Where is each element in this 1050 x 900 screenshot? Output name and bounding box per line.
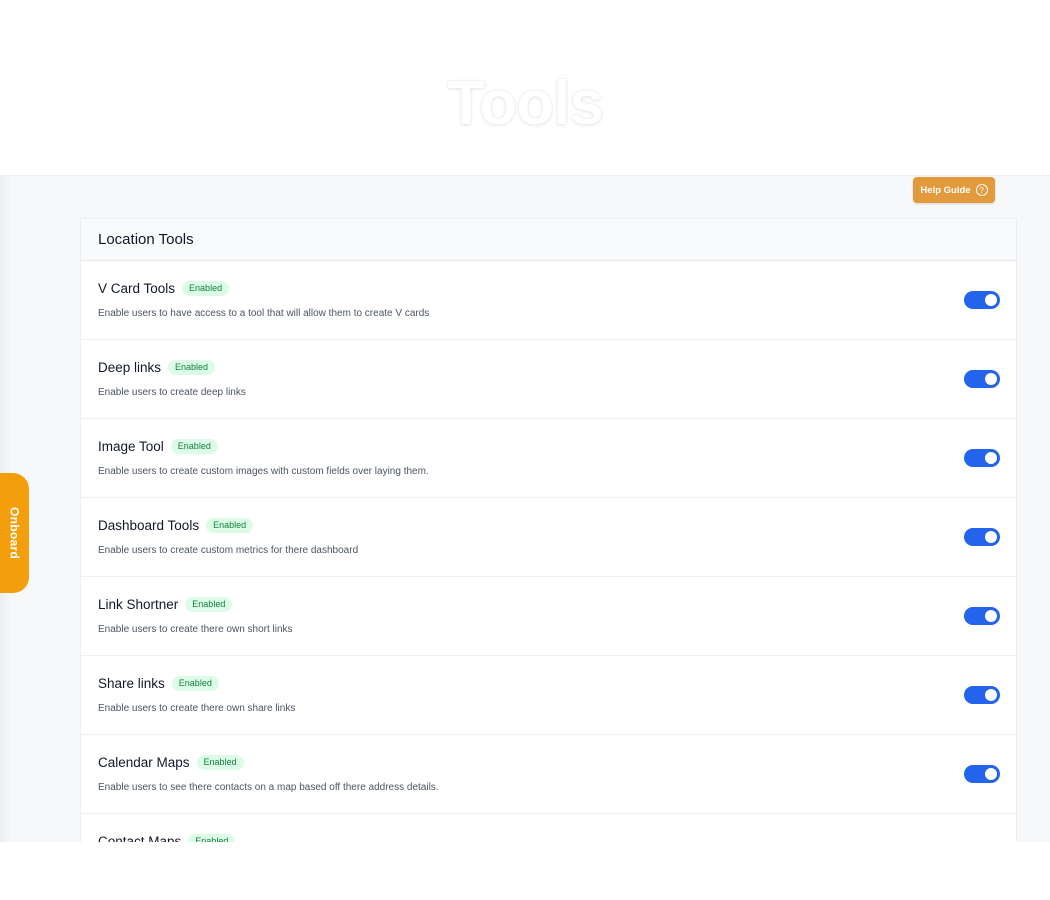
toggle-knob bbox=[985, 689, 997, 701]
tool-toggle[interactable] bbox=[964, 528, 1000, 546]
tool-title-line: Deep links Enabled bbox=[98, 360, 216, 375]
tool-title: Share links bbox=[98, 676, 165, 691]
bottom-blank-area bbox=[0, 842, 1050, 900]
onboard-label: Onboard bbox=[7, 506, 22, 560]
tool-toggle[interactable] bbox=[964, 607, 1000, 625]
tool-title: Contact Maps bbox=[98, 834, 182, 842]
tool-row: Calendar Maps Enabled Enable users to see … bbox=[81, 735, 1016, 814]
toggle-knob bbox=[985, 452, 997, 464]
tool-row: Image Tool Enabled Enable users to create … bbox=[81, 419, 1016, 498]
status-badge: Enabled bbox=[170, 439, 218, 454]
status-badge: Enabled bbox=[206, 518, 254, 533]
tool-title-line: Calendar Maps Enabled bbox=[98, 755, 244, 770]
tool-description: Enable users to create there own share l… bbox=[98, 703, 296, 714]
page-header: Tools bbox=[0, 0, 1050, 175]
card-title: Location Tools bbox=[98, 231, 194, 248]
tool-description: Enable users to create custom images wit… bbox=[98, 466, 429, 477]
tool-toggle[interactable] bbox=[964, 449, 1000, 467]
tool-toggle[interactable] bbox=[964, 686, 1000, 704]
tool-toggle[interactable] bbox=[964, 291, 1000, 309]
tool-title-line: Dashboard Tools Enabled bbox=[98, 518, 254, 533]
tool-title-line: Link Shortner Enabled bbox=[98, 597, 233, 612]
toggle-knob bbox=[985, 373, 997, 385]
toggle-knob bbox=[985, 294, 997, 306]
help-guide-button[interactable]: Help Guide ? bbox=[913, 177, 995, 203]
status-badge: Enabled bbox=[171, 676, 219, 691]
content-area: Help Guide ? Location Tools V Card Tools… bbox=[0, 175, 1050, 842]
tool-row: Link Shortner Enabled Enable users to crea… bbox=[81, 577, 1016, 656]
tool-title: V Card Tools bbox=[98, 281, 176, 296]
tool-description: Enable users to see there contacts on a … bbox=[98, 782, 439, 793]
tool-description: Enable users to have access to a tool th… bbox=[98, 308, 430, 319]
tool-title-line: Share links Enabled bbox=[98, 676, 219, 691]
tool-row: V Card Tools Enabled Enable users to have … bbox=[81, 261, 1016, 340]
tool-description: Enable users to create deep links bbox=[98, 387, 246, 398]
tool-title-line: Image Tool Enabled bbox=[98, 439, 218, 454]
tool-row: Dashboard Tools Enabled Enable users to cr… bbox=[81, 498, 1016, 577]
status-badge: Enabled bbox=[168, 360, 216, 375]
tool-description: Enable users to create there own short l… bbox=[98, 624, 293, 635]
tool-title: Link Shortner bbox=[98, 597, 179, 612]
tool-title: Calendar Maps bbox=[98, 755, 190, 770]
tool-title: Image Tool bbox=[98, 439, 164, 454]
tool-row: Share links Enabled Enable users to create… bbox=[81, 656, 1016, 735]
help-guide-label: Help Guide bbox=[920, 184, 971, 196]
location-tools-card: Location Tools V Card Tools Enabled Enable… bbox=[80, 218, 1017, 842]
status-badge: Enabled bbox=[188, 834, 236, 842]
page-title: Tools bbox=[447, 69, 604, 138]
status-badge: Enabled bbox=[185, 597, 233, 612]
tool-title: Deep links bbox=[98, 360, 162, 375]
status-badge: Enabled bbox=[196, 755, 244, 770]
toggle-knob bbox=[985, 768, 997, 780]
toggle-knob bbox=[985, 610, 997, 622]
status-badge: Enabled bbox=[182, 281, 230, 296]
tool-row: Contact Maps Enabled bbox=[81, 814, 1016, 842]
tool-row: Deep links Enabled Enable users to create … bbox=[81, 340, 1016, 419]
toggle-knob bbox=[985, 531, 997, 543]
tool-toggle[interactable] bbox=[964, 765, 1000, 783]
tool-title: Dashboard Tools bbox=[98, 518, 200, 533]
tool-description: Enable users to create custom metrics fo… bbox=[98, 545, 359, 556]
tool-list: V Card Tools Enabled Enable users to have … bbox=[81, 261, 1016, 842]
tool-title-line: V Card Tools Enabled bbox=[98, 281, 230, 296]
onboard-tab[interactable]: Onboard bbox=[0, 473, 29, 593]
card-header: Location Tools bbox=[81, 219, 1016, 261]
question-icon: ? bbox=[975, 184, 988, 196]
tool-toggle[interactable] bbox=[964, 370, 1000, 388]
tool-title-line: Contact Maps Enabled bbox=[98, 834, 236, 842]
